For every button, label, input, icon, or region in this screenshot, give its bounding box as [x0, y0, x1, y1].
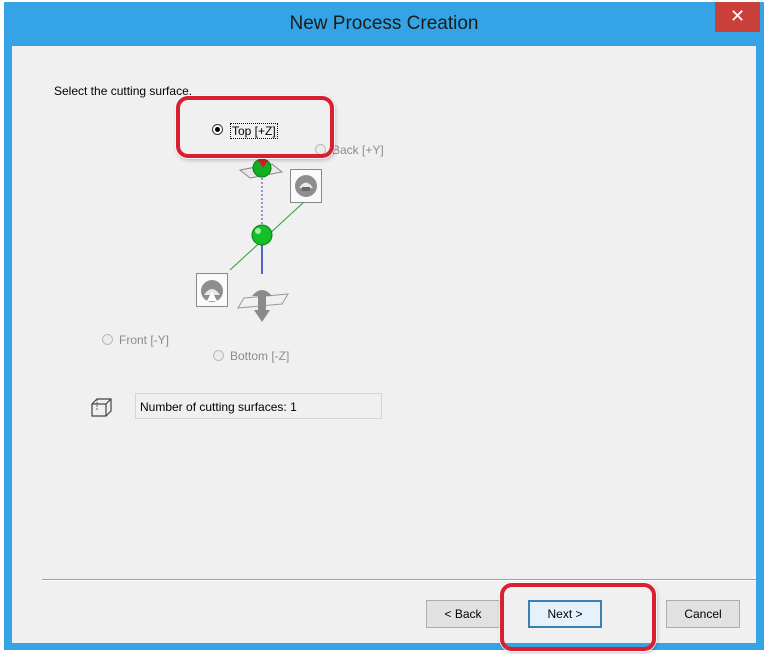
- radio-front-indicator[interactable]: [102, 334, 113, 345]
- dialog-window: New Process Creation ✕ Select the cuttin…: [4, 2, 764, 650]
- prompt-label: Select the cutting surface.: [54, 84, 193, 98]
- view-front-icon: [196, 273, 228, 307]
- radio-back-label: Back [+Y]: [332, 143, 384, 157]
- separator: [42, 579, 756, 581]
- close-button[interactable]: ✕: [715, 2, 760, 32]
- back-button[interactable]: < Back: [426, 600, 500, 628]
- surface-count-text: Number of cutting surfaces: 1: [140, 400, 297, 414]
- radio-bottom[interactable]: Bottom [-Z]: [213, 348, 313, 364]
- surface-count-field: Number of cutting surfaces: 1: [135, 393, 382, 419]
- dialog-body: Select the cutting surface. Top [+Z] Bac…: [12, 46, 756, 643]
- window-title: New Process Creation: [289, 13, 479, 34]
- next-button[interactable]: Next >: [528, 600, 602, 628]
- view-top-icon: [290, 169, 322, 203]
- radio-top-label: Top [+Z]: [230, 123, 278, 139]
- radio-front[interactable]: Front [-Y]: [102, 332, 192, 348]
- radio-front-label: Front [-Y]: [119, 333, 170, 347]
- radio-top-indicator[interactable]: [212, 124, 223, 135]
- radio-top[interactable]: Top [+Z]: [212, 122, 282, 139]
- title-bar[interactable]: New Process Creation ✕: [4, 2, 764, 46]
- cube-outline-icon: [91, 398, 112, 417]
- radio-bottom-label: Bottom [-Z]: [230, 349, 290, 363]
- cancel-button[interactable]: Cancel: [666, 600, 740, 628]
- radio-bottom-indicator[interactable]: [213, 350, 224, 361]
